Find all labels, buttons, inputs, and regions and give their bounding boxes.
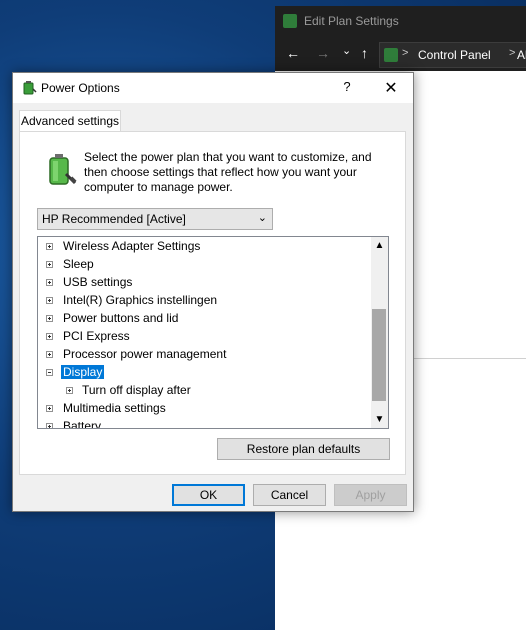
tree-item-battery[interactable]: Battery bbox=[38, 418, 368, 429]
tree-item-label: Turn off display after bbox=[82, 383, 191, 397]
tree-item-label: Battery bbox=[63, 419, 102, 429]
breadcrumb-separator-icon: > bbox=[509, 47, 516, 59]
tree-item-display[interactable]: Display bbox=[38, 364, 368, 382]
close-button[interactable]: ✕ bbox=[379, 78, 403, 98]
tree-item-label: Power buttons and lid bbox=[63, 311, 179, 325]
tree-item-processor-power-management[interactable]: Processor power management bbox=[38, 346, 368, 364]
forward-arrow-icon[interactable]: → bbox=[316, 46, 330, 60]
tab-advanced-settings[interactable]: Advanced settings bbox=[19, 110, 121, 133]
recent-locations-chevron-icon[interactable]: ⌄ bbox=[342, 44, 351, 58]
tree-item-multimedia-settings[interactable]: Multimedia settings bbox=[38, 400, 368, 418]
tree-item-power-buttons-and-lid[interactable]: Power buttons and lid bbox=[38, 310, 368, 328]
tree-item-label: USB settings bbox=[63, 275, 133, 289]
cancel-button[interactable]: Cancel bbox=[253, 484, 326, 506]
expand-icon[interactable] bbox=[46, 333, 53, 340]
tree-item-label: Intel(R) Graphics instellingen bbox=[63, 293, 218, 307]
advanced-settings-panel: Select the power plan that you want to c… bbox=[19, 131, 406, 475]
power-options-icon bbox=[23, 81, 37, 95]
expand-icon[interactable] bbox=[46, 243, 53, 250]
chevron-down-icon: ⌄ bbox=[257, 212, 267, 224]
ok-button[interactable]: OK bbox=[172, 484, 245, 506]
control-panel-icon bbox=[283, 14, 297, 28]
expand-icon[interactable] bbox=[46, 405, 53, 412]
apply-button[interactable]: Apply bbox=[334, 484, 407, 506]
control-panel-icon bbox=[384, 48, 398, 62]
tree-item-turn-off-display-after[interactable]: Turn off display after bbox=[38, 382, 368, 400]
tree-item-intel-graphics[interactable]: Intel(R) Graphics instellingen bbox=[38, 292, 368, 310]
breadcrumb-separator-icon: > bbox=[402, 47, 409, 59]
scrollbar-thumb[interactable] bbox=[372, 309, 386, 401]
breadcrumb-control-panel[interactable]: Control Panel bbox=[418, 48, 491, 62]
tree-item-label: Processor power management bbox=[63, 347, 227, 361]
settings-tree: Wireless Adapter Settings Sleep USB sett… bbox=[37, 236, 389, 429]
help-button[interactable]: ? bbox=[335, 79, 359, 97]
battery-plan-icon bbox=[49, 154, 77, 185]
tree-item-usb-settings[interactable]: USB settings bbox=[38, 274, 368, 292]
address-bar[interactable]: > Control Panel > Al bbox=[379, 42, 526, 68]
expand-icon[interactable] bbox=[46, 423, 53, 428]
expand-icon[interactable] bbox=[46, 351, 53, 358]
collapse-icon[interactable] bbox=[46, 369, 53, 376]
navigation-bar: ← → ⌄ ↑ > Control Panel > Al bbox=[275, 37, 526, 71]
expand-icon[interactable] bbox=[46, 297, 53, 304]
power-plan-dropdown[interactable]: HP Recommended [Active] ⌄ bbox=[37, 208, 273, 230]
expand-icon[interactable] bbox=[46, 279, 53, 286]
scroll-down-icon[interactable]: ▼ bbox=[371, 414, 388, 425]
tree-item-wireless-adapter-settings[interactable]: Wireless Adapter Settings bbox=[38, 238, 368, 256]
scroll-up-icon[interactable]: ▲ bbox=[371, 240, 388, 251]
window-titlebar[interactable]: Edit Plan Settings bbox=[275, 6, 526, 37]
tree-item-label: Sleep bbox=[63, 257, 94, 271]
up-arrow-icon[interactable]: ↑ bbox=[361, 46, 368, 60]
dialog-title: Power Options bbox=[41, 81, 120, 95]
tree-item-label: PCI Express bbox=[63, 329, 130, 343]
window-title: Edit Plan Settings bbox=[304, 14, 399, 28]
tree-scrollbar[interactable]: ▲ ▼ bbox=[371, 237, 388, 428]
restore-plan-defaults-button[interactable]: Restore plan defaults bbox=[217, 438, 390, 460]
intro-text: Select the power plan that you want to c… bbox=[84, 150, 372, 194]
expand-icon[interactable] bbox=[46, 261, 53, 268]
expand-icon[interactable] bbox=[46, 315, 53, 322]
power-options-dialog: Power Options ? ✕ Advanced settings Sele… bbox=[12, 72, 414, 512]
selected-plan: HP Recommended [Active] bbox=[42, 212, 186, 226]
back-arrow-icon[interactable]: ← bbox=[286, 46, 300, 60]
breadcrumb-next[interactable]: Al bbox=[517, 48, 526, 62]
tree-item-label-selected: Display bbox=[61, 365, 105, 379]
tree-item-label: Multimedia settings bbox=[63, 401, 166, 415]
tree-item-label: Wireless Adapter Settings bbox=[63, 239, 201, 253]
tree-item-pci-express[interactable]: PCI Express bbox=[38, 328, 368, 346]
expand-icon[interactable] bbox=[66, 387, 73, 394]
tree-item-sleep[interactable]: Sleep bbox=[38, 256, 368, 274]
dialog-titlebar[interactable]: Power Options ? ✕ bbox=[13, 73, 413, 103]
